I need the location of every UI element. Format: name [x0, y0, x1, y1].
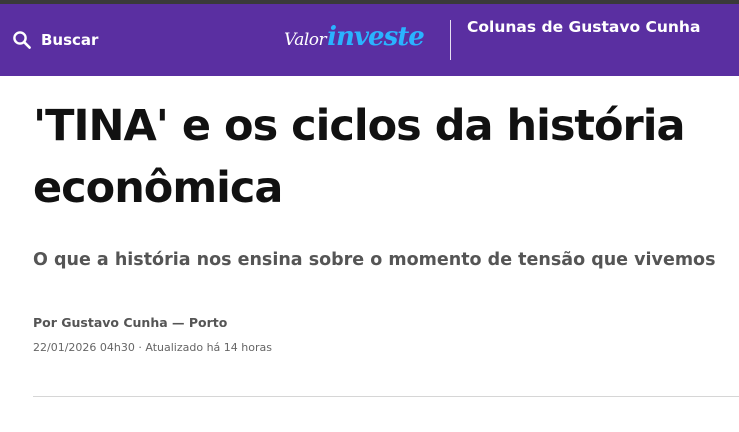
date-separator: ·: [138, 341, 142, 354]
search-label: Buscar: [41, 31, 99, 49]
header-divider: [450, 20, 451, 60]
article-headline: 'TINA' e os ciclos da história econômica: [33, 101, 685, 213]
search-icon: [12, 30, 32, 50]
logo-investe-text: investe: [327, 22, 425, 52]
article-subtitle: O que a história nos ensina sobre o mome…: [33, 250, 716, 270]
article-dateline: 22/01/2026 04h30 · Atualizado há 14 hora…: [33, 339, 272, 357]
published-date: 22/01/2026 04h30: [33, 341, 135, 354]
search-button[interactable]: Buscar: [12, 26, 98, 54]
article-byline[interactable]: Por Gustavo Cunha — Porto: [33, 313, 227, 333]
valor-investe-logo[interactable]: Valor investe: [284, 22, 425, 58]
content-divider: [33, 396, 739, 397]
site-header: Buscar Valor investe Colunas de Gustavo …: [0, 4, 739, 76]
updated-date: Atualizado há 14 horas: [145, 341, 272, 354]
column-title-link[interactable]: Colunas de Gustavo Cunha: [467, 15, 707, 40]
logo-valor-text: Valor: [284, 30, 327, 50]
